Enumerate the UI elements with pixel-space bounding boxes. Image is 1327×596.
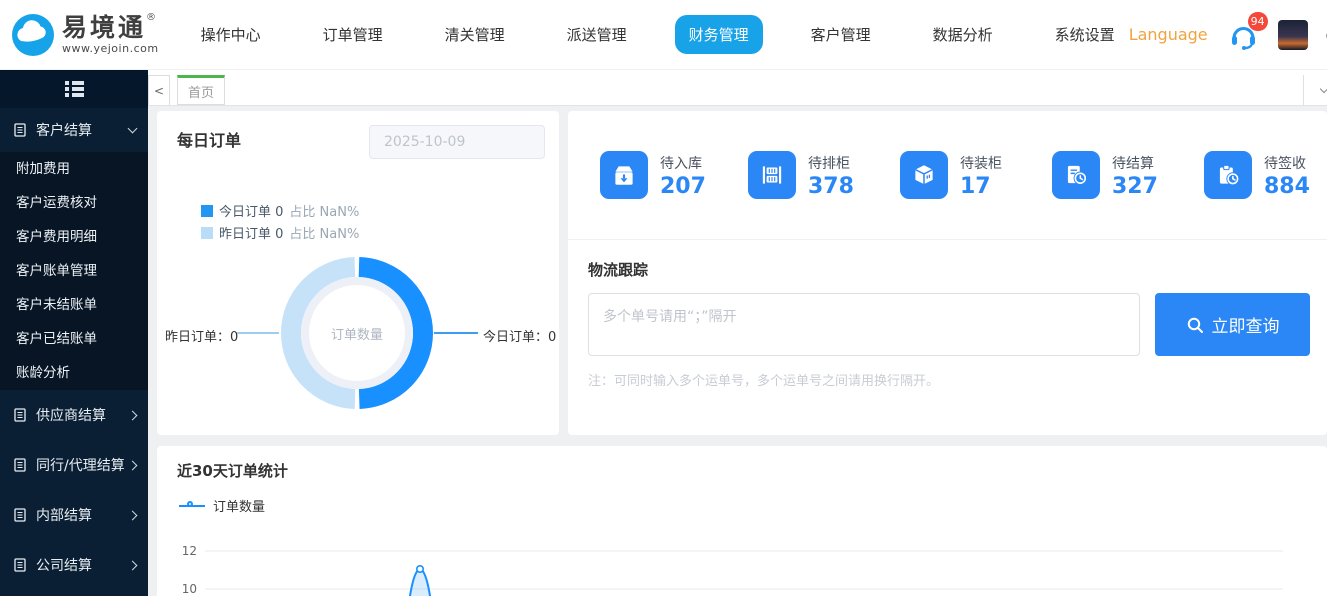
date-picker-input[interactable]: 2025-10-09: [369, 125, 545, 159]
stat-pending-inbound[interactable]: 待入库 207: [600, 151, 706, 199]
document-icon: [12, 557, 28, 573]
chevron-right-icon: [128, 560, 138, 570]
package-icon: [900, 151, 948, 199]
document-icon: [12, 507, 28, 523]
line-marker-icon: [179, 505, 205, 507]
brand-website: www.yejoin.com: [62, 43, 159, 54]
invoice-clock-icon: [1052, 151, 1100, 199]
stat-pending-loading[interactable]: 待装柜 17: [900, 151, 1002, 199]
sidebar-collapse-button[interactable]: [0, 70, 148, 108]
nav-item-delivery-management[interactable]: 派送管理: [553, 15, 641, 54]
sidebar-item-bill-management[interactable]: 客户账单管理: [0, 254, 148, 288]
document-icon: [12, 407, 28, 423]
sidebar-item-fee-detail[interactable]: 客户费用明细: [0, 220, 148, 254]
sidebar-group-label: 同行/代理结算: [36, 455, 125, 475]
brand-name: 易境通: [62, 15, 146, 40]
top-navigation: 操作中心 订单管理 清关管理 派送管理 财务管理 客户管理 数据分析 系统设置: [187, 15, 1129, 54]
sidebar-group-label: 内部结算: [36, 505, 92, 525]
stats-tracking-card: 待入库 207 待排柜 378: [568, 111, 1327, 435]
stat-pending-settlement[interactable]: 待结算 327: [1052, 151, 1158, 199]
sidebar-item-aging-analysis[interactable]: 账龄分析: [0, 356, 148, 390]
sidebar-group-internal-settlement[interactable]: 内部结算: [0, 490, 148, 540]
callout-line-right: [434, 332, 478, 334]
tab-home[interactable]: 首页: [177, 75, 225, 105]
sidebar-group-company-settlement[interactable]: 公司结算: [0, 540, 148, 590]
sidebar-item-unsettled-bills[interactable]: 客户未结账单: [0, 288, 148, 322]
tab-list-dropdown-button[interactable]: [1303, 75, 1327, 105]
document-icon: [12, 122, 28, 138]
header: 易境通 ® www.yejoin.com 操作中心 订单管理 清关管理 派送管理…: [0, 0, 1327, 70]
orders-30d-legend[interactable]: 订单数量: [179, 496, 265, 515]
stat-pending-cabinet-queue[interactable]: 待排柜 378: [748, 151, 854, 199]
list-toggle-icon: [65, 79, 84, 99]
chevron-right-icon: [128, 510, 138, 520]
orders-30d-card: 近30天订单统计 订单数量 12 10: [157, 446, 1327, 596]
sidebar: 客户结算 附加费用 客户运费核对 客户费用明细 客户账单管理 客户未结账单 客户…: [0, 70, 148, 596]
language-switcher[interactable]: Language: [1129, 25, 1208, 44]
customer-service-button[interactable]: 94: [1226, 18, 1260, 52]
daily-orders-title: 每日订单: [177, 127, 241, 151]
document-icon: [12, 457, 28, 473]
container-icon: [748, 151, 796, 199]
chevron-down-icon: [1320, 84, 1327, 92]
daily-orders-card: 每日订单 2025-10-09 今日订单 0 占比 NaN% 昨日订单 0 占比…: [157, 111, 559, 435]
sidebar-group-customer-settlement[interactable]: 客户结算: [0, 108, 148, 152]
tracking-numbers-input[interactable]: [588, 293, 1140, 356]
legend-today-orders[interactable]: 今日订单 0 占比 NaN%: [201, 201, 359, 220]
main-content: 每日订单 2025-10-09 今日订单 0 占比 NaN% 昨日订单 0 占比…: [148, 106, 1327, 596]
orders-30d-line-chart: [157, 536, 1327, 596]
legend-swatch-yesterday: [201, 227, 213, 239]
sidebar-group-peer-agent-settlement[interactable]: 同行/代理结算: [0, 440, 148, 490]
chevron-right-icon: [128, 410, 138, 420]
sidebar-item-settled-bills[interactable]: 客户已结账单: [0, 322, 148, 356]
nav-item-order-management[interactable]: 订单管理: [309, 15, 397, 54]
sidebar-group-supplier-settlement[interactable]: 供应商结算: [0, 390, 148, 440]
orders-30d-title: 近30天订单统计: [177, 460, 288, 481]
user-avatar[interactable]: [1278, 20, 1308, 50]
cloud-logo-icon: [10, 12, 56, 58]
daily-orders-donut-chart: [262, 238, 452, 428]
brand-logo[interactable]: 易境通 ® www.yejoin.com: [0, 12, 159, 58]
notification-badge: 94: [1248, 12, 1268, 31]
tab-scroll-left-button[interactable]: <: [148, 75, 170, 105]
tracking-note: 注：可同时输入多个运单号，多个运单号之间请用换行隔开。: [588, 370, 939, 389]
logistics-tracking-title: 物流跟踪: [588, 259, 648, 280]
nav-item-system-settings[interactable]: 系统设置: [1041, 15, 1129, 54]
nav-item-operation-center[interactable]: 操作中心: [187, 15, 275, 54]
query-now-button[interactable]: 立即查询: [1155, 293, 1310, 356]
nav-item-finance-management[interactable]: 财务管理: [675, 15, 763, 54]
callout-today-orders: 今日订单：0: [483, 326, 556, 345]
clipboard-clock-icon: [1204, 151, 1252, 199]
app-window: 易境通 ® www.yejoin.com 操作中心 订单管理 清关管理 派送管理…: [0, 0, 1327, 596]
sidebar-group-label: 公司结算: [36, 555, 92, 575]
stat-pending-signoff[interactable]: 待签收 884: [1204, 151, 1310, 199]
callout-yesterday-orders: 昨日订单：0: [165, 326, 238, 345]
legend-swatch-today: [201, 205, 213, 217]
sidebar-group-label: 供应商结算: [36, 405, 106, 425]
customer-settlement-submenu: 附加费用 客户运费核对 客户费用明细 客户账单管理 客户未结账单 客户已结账单 …: [0, 152, 148, 390]
sidebar-group-label: 客户结算: [36, 120, 92, 140]
nav-item-data-analysis[interactable]: 数据分析: [919, 15, 1007, 54]
nav-item-customer-management[interactable]: 客户管理: [797, 15, 885, 54]
chevron-down-icon: [128, 124, 138, 134]
search-icon: [1186, 316, 1204, 334]
inbound-box-icon: [600, 151, 648, 199]
section-divider: [568, 239, 1327, 240]
header-right: Language 94 cgp: [1129, 18, 1327, 52]
sidebar-item-surcharge[interactable]: 附加费用: [0, 152, 148, 186]
sidebar-item-freight-check[interactable]: 客户运费核对: [0, 186, 148, 220]
callout-line-left: [237, 332, 279, 334]
registered-mark: ®: [146, 13, 156, 23]
chevron-right-icon: [128, 460, 138, 470]
tab-bar: < 首页: [148, 70, 1327, 106]
nav-item-customs-management[interactable]: 清关管理: [431, 15, 519, 54]
